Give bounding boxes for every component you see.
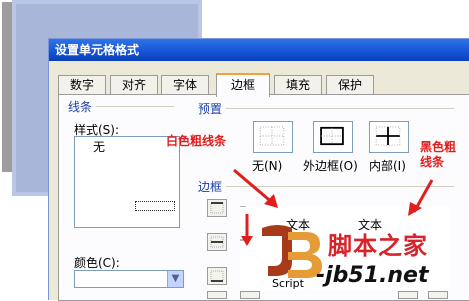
tab-number[interactable]: 数字 [58, 75, 106, 95]
border-middle-horizontal-icon [210, 236, 224, 248]
border-top-button[interactable] [207, 199, 227, 217]
border-middle-horizontal-button[interactable] [207, 233, 227, 251]
preset-outline-button[interactable] [313, 121, 353, 153]
preset-outline-label: 外边框(O) [303, 159, 358, 173]
watermark-url: -jb51.net [316, 263, 429, 288]
presets-title: 预置 [198, 102, 223, 116]
tab-font[interactable]: 字体 [161, 75, 209, 95]
tab-protection[interactable]: 保护 [326, 75, 374, 95]
preset-none-button[interactable] [253, 121, 293, 153]
tab-fill[interactable]: 填充 [274, 75, 322, 95]
border-group-title: 边框 [198, 180, 223, 194]
dialog-title[interactable]: 设置单元格格式 [49, 39, 469, 61]
arrow-left-icon [233, 168, 278, 208]
border-left-button[interactable] [240, 291, 260, 299]
border-bottom-icon [210, 270, 224, 282]
line-style-dotted[interactable] [135, 201, 175, 211]
chevron-down-icon[interactable]: ▼ [167, 271, 183, 287]
preset-inside-button[interactable] [369, 121, 409, 153]
annotation-white-thick-line: 白色粗线条 [166, 134, 227, 148]
line-group-divider [96, 106, 174, 107]
border-bottom-button[interactable] [207, 267, 227, 285]
preset-none-icon [259, 126, 285, 146]
annotation-black-thick-line-2: 线条 [420, 155, 445, 169]
border-diagonal-left-button[interactable] [207, 291, 227, 299]
preset-outline-icon [320, 126, 344, 146]
presets-divider [226, 108, 454, 109]
border-diagonal-right-button[interactable] [428, 291, 448, 299]
watermark-site-name: 脚本之家 [328, 232, 428, 260]
tab-alignment[interactable]: 对齐 [110, 75, 158, 95]
preset-inside-label: 内部(I) [369, 159, 406, 173]
border-top-icon [210, 202, 224, 214]
arrow-right-icon [408, 179, 434, 216]
line-style-none[interactable]: 无 [93, 138, 105, 155]
color-label: 颜色(C): [74, 256, 120, 270]
line-style-list[interactable]: 无 [74, 136, 180, 228]
preset-inside-icon [375, 126, 401, 146]
tab-border[interactable]: 边框 [216, 73, 270, 97]
border-right-button[interactable] [398, 291, 418, 299]
watermark-script-label: Script [272, 277, 304, 290]
line-group-title: 线条 [68, 100, 93, 114]
line-color-select[interactable]: ▼ [74, 270, 184, 288]
